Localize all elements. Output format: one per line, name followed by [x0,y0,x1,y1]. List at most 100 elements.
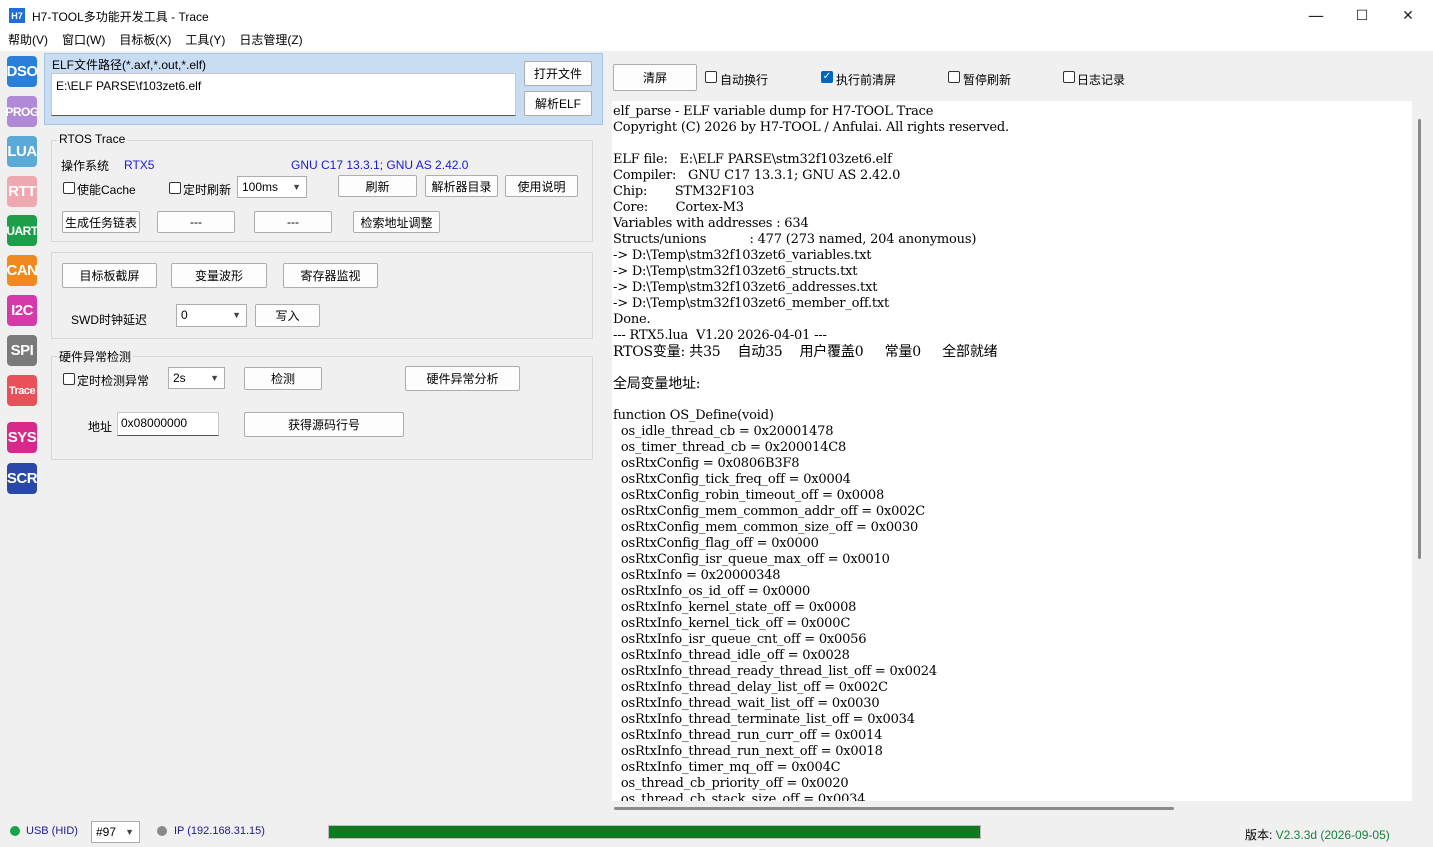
detect-interval-select[interactable]: 2s ▼ [168,367,225,389]
console-line: 全局变量地址: [613,376,701,392]
console-line: elf_parse - ELF variable dump for H7-TOO… [613,104,934,119]
console-line: --- RTX5.lua V1.20 2026-04-01 --- [613,328,827,343]
menu-tools[interactable]: 工具(Y) [185,31,225,51]
window-title: H7-TOOL多功能开发工具 - Trace [32,10,209,24]
log-record-label: 日志记录 [1077,73,1126,87]
timer-detect-checkbox[interactable] [63,373,75,385]
console-line: osRtxInfo_kernel_state_off = 0x0008 [613,600,857,615]
sidebar-sys-button[interactable]: SYS [7,422,37,453]
parser-dir-button[interactable]: 解析器目录 [425,175,498,197]
chevron-down-icon: ▼ [292,182,301,192]
ip-status-icon [157,826,167,836]
address-label: 地址 [88,420,113,434]
console-line: osRtxConfig_flag_off = 0x0000 [613,536,819,551]
console-line: osRtxConfig_robin_timeout_off = 0x0008 [613,488,885,503]
sidebar-prog-button[interactable]: PROG [5,96,39,127]
refresh-button[interactable]: 刷新 [338,175,417,197]
clear-screen-button[interactable]: 清屏 [613,64,697,91]
detect-button[interactable]: 检测 [244,367,322,390]
detect-interval-value: 2s [173,371,186,385]
console-output[interactable]: elf_parse - ELF variable dump for H7-TOO… [612,101,1412,801]
console-line: -> D:\Temp\stm32f103zet6_addresses.txt [613,280,878,295]
parse-elf-button[interactable]: 解析ELF [524,91,592,116]
swd-delay-label: SWD时钟延迟 [71,313,147,327]
gen-task-list-button[interactable]: 生成任务链表 [62,211,140,233]
elf-path-input[interactable]: E:\ELF PARSE\f103zet6.elf [51,73,516,116]
version-info: 版本: V2.3.3d (2026-09-05) [1245,826,1390,843]
sidebar-uart-button[interactable]: UART [6,215,38,246]
menu-target[interactable]: 目标板(X) [119,31,171,51]
placeholder-button-2[interactable]: --- [254,211,332,233]
hw-fault-analyze-button[interactable]: 硬件异常分析 [405,366,520,391]
console-line: osRtxInfo_kernel_tick_off = 0x000C [613,616,851,631]
menu-bar: 帮助(V) 窗口(W) 目标板(X) 工具(Y) 日志管理(Z) [0,31,1433,51]
write-button[interactable]: 写入 [255,304,320,327]
progress-fill [329,826,980,838]
console-line: osRtxInfo = 0x20000348 [613,568,781,583]
console-line: Chip: STM32F103 [613,184,755,199]
clear-before-label: 执行前清屏 [836,73,897,87]
console-line: osRtxInfo_thread_terminate_list_off = 0x… [613,712,915,727]
menu-window[interactable]: 窗口(W) [62,31,105,51]
console-line: Compiler: GNU C17 13.3.1; GNU AS 2.42.0 [613,168,901,183]
clear-before-checkbox[interactable]: ✓ [821,71,833,83]
minimize-icon[interactable]: — [1293,0,1339,31]
console-line: osRtxInfo_thread_wait_list_off = 0x0030 [613,696,880,711]
addr-adjust-button[interactable]: 检索地址调整 [353,211,440,233]
maximize-icon[interactable]: ☐ [1339,0,1385,31]
autowrap-label: 自动换行 [720,73,769,87]
register-monitor-button[interactable]: 寄存器监视 [283,263,378,288]
compiler-value: GNU C17 13.3.1; GNU AS 2.42.0 [291,158,469,172]
menu-help[interactable]: 帮助(V) [8,31,48,51]
open-file-button[interactable]: 打开文件 [524,61,592,86]
usage-help-button[interactable]: 使用说明 [505,175,578,197]
sidebar-i2c-button[interactable]: I2C [7,295,37,326]
console-line: osRtxConfig_tick_freq_off = 0x0004 [613,472,851,487]
target-screenshot-button[interactable]: 目标板截屏 [62,263,157,288]
pause-refresh-checkbox[interactable] [948,71,960,83]
sidebar: DSO PROG LUA RTT UART CAN I2C SPI Trace … [0,51,43,816]
device-select[interactable]: #97 ▼ [91,821,140,843]
console-horizontal-scrollbar[interactable] [614,807,1174,810]
sidebar-lua-button[interactable]: LUA [7,136,37,167]
log-record-checkbox[interactable] [1063,71,1075,83]
close-icon[interactable]: ✕ [1385,0,1431,31]
console-line: osRtxInfo_thread_idle_off = 0x0028 [613,648,850,663]
placeholder-button-1[interactable]: --- [157,211,235,233]
app-icon: H7 [9,8,25,23]
os-value: RTX5 [124,158,155,172]
sidebar-rtt-button[interactable]: RTT [7,176,37,207]
cache-checkbox[interactable] [63,182,75,194]
console-vertical-scrollbar[interactable] [1418,119,1421,559]
console-lines: elf_parse - ELF variable dump for H7-TOO… [613,104,1412,801]
timer-refresh-checkbox[interactable] [169,182,181,194]
menu-log[interactable]: 日志管理(Z) [239,31,302,51]
version-value: V2.3.3d (2026-09-05) [1275,828,1390,842]
variable-wave-button[interactable]: 变量波形 [171,263,267,288]
address-input[interactable]: 0x08000000 [117,412,219,436]
console-line: osRtxInfo_thread_run_curr_off = 0x0014 [613,728,883,743]
console-line: Copyright (C) 2026 by H7-TOOL / Anfulai.… [613,120,1009,135]
sidebar-spi-button[interactable]: SPI [7,335,37,366]
refresh-interval-select[interactable]: 100ms ▼ [237,176,307,198]
device-value: #97 [96,825,117,839]
console-line: -> D:\Temp\stm32f103zet6_variables.txt [613,248,872,263]
autowrap-checkbox[interactable] [705,71,717,83]
console-line: osRtxConfig = 0x0806B3F8 [613,456,800,471]
sidebar-dso-button[interactable]: DSO [7,56,38,87]
sidebar-scr-button[interactable]: SCR [7,463,38,494]
sidebar-trace-button[interactable]: Trace [7,375,37,406]
swd-delay-select[interactable]: 0 ▼ [176,304,247,327]
console-line: osRtxInfo_thread_delay_list_off = 0x002C [613,680,888,695]
title-bar [0,0,1433,31]
console-line: ELF file: E:\ELF PARSE\stm32f103zet6.elf [613,152,892,167]
console-line: function OS_Define(void) [613,408,774,423]
chevron-down-icon: ▼ [125,827,134,837]
sidebar-can-button[interactable]: CAN [7,255,38,286]
get-source-line-button[interactable]: 获得源码行号 [244,412,404,437]
pause-refresh-label: 暂停刷新 [963,73,1012,87]
usb-status-label: USB (HID) [26,825,78,837]
